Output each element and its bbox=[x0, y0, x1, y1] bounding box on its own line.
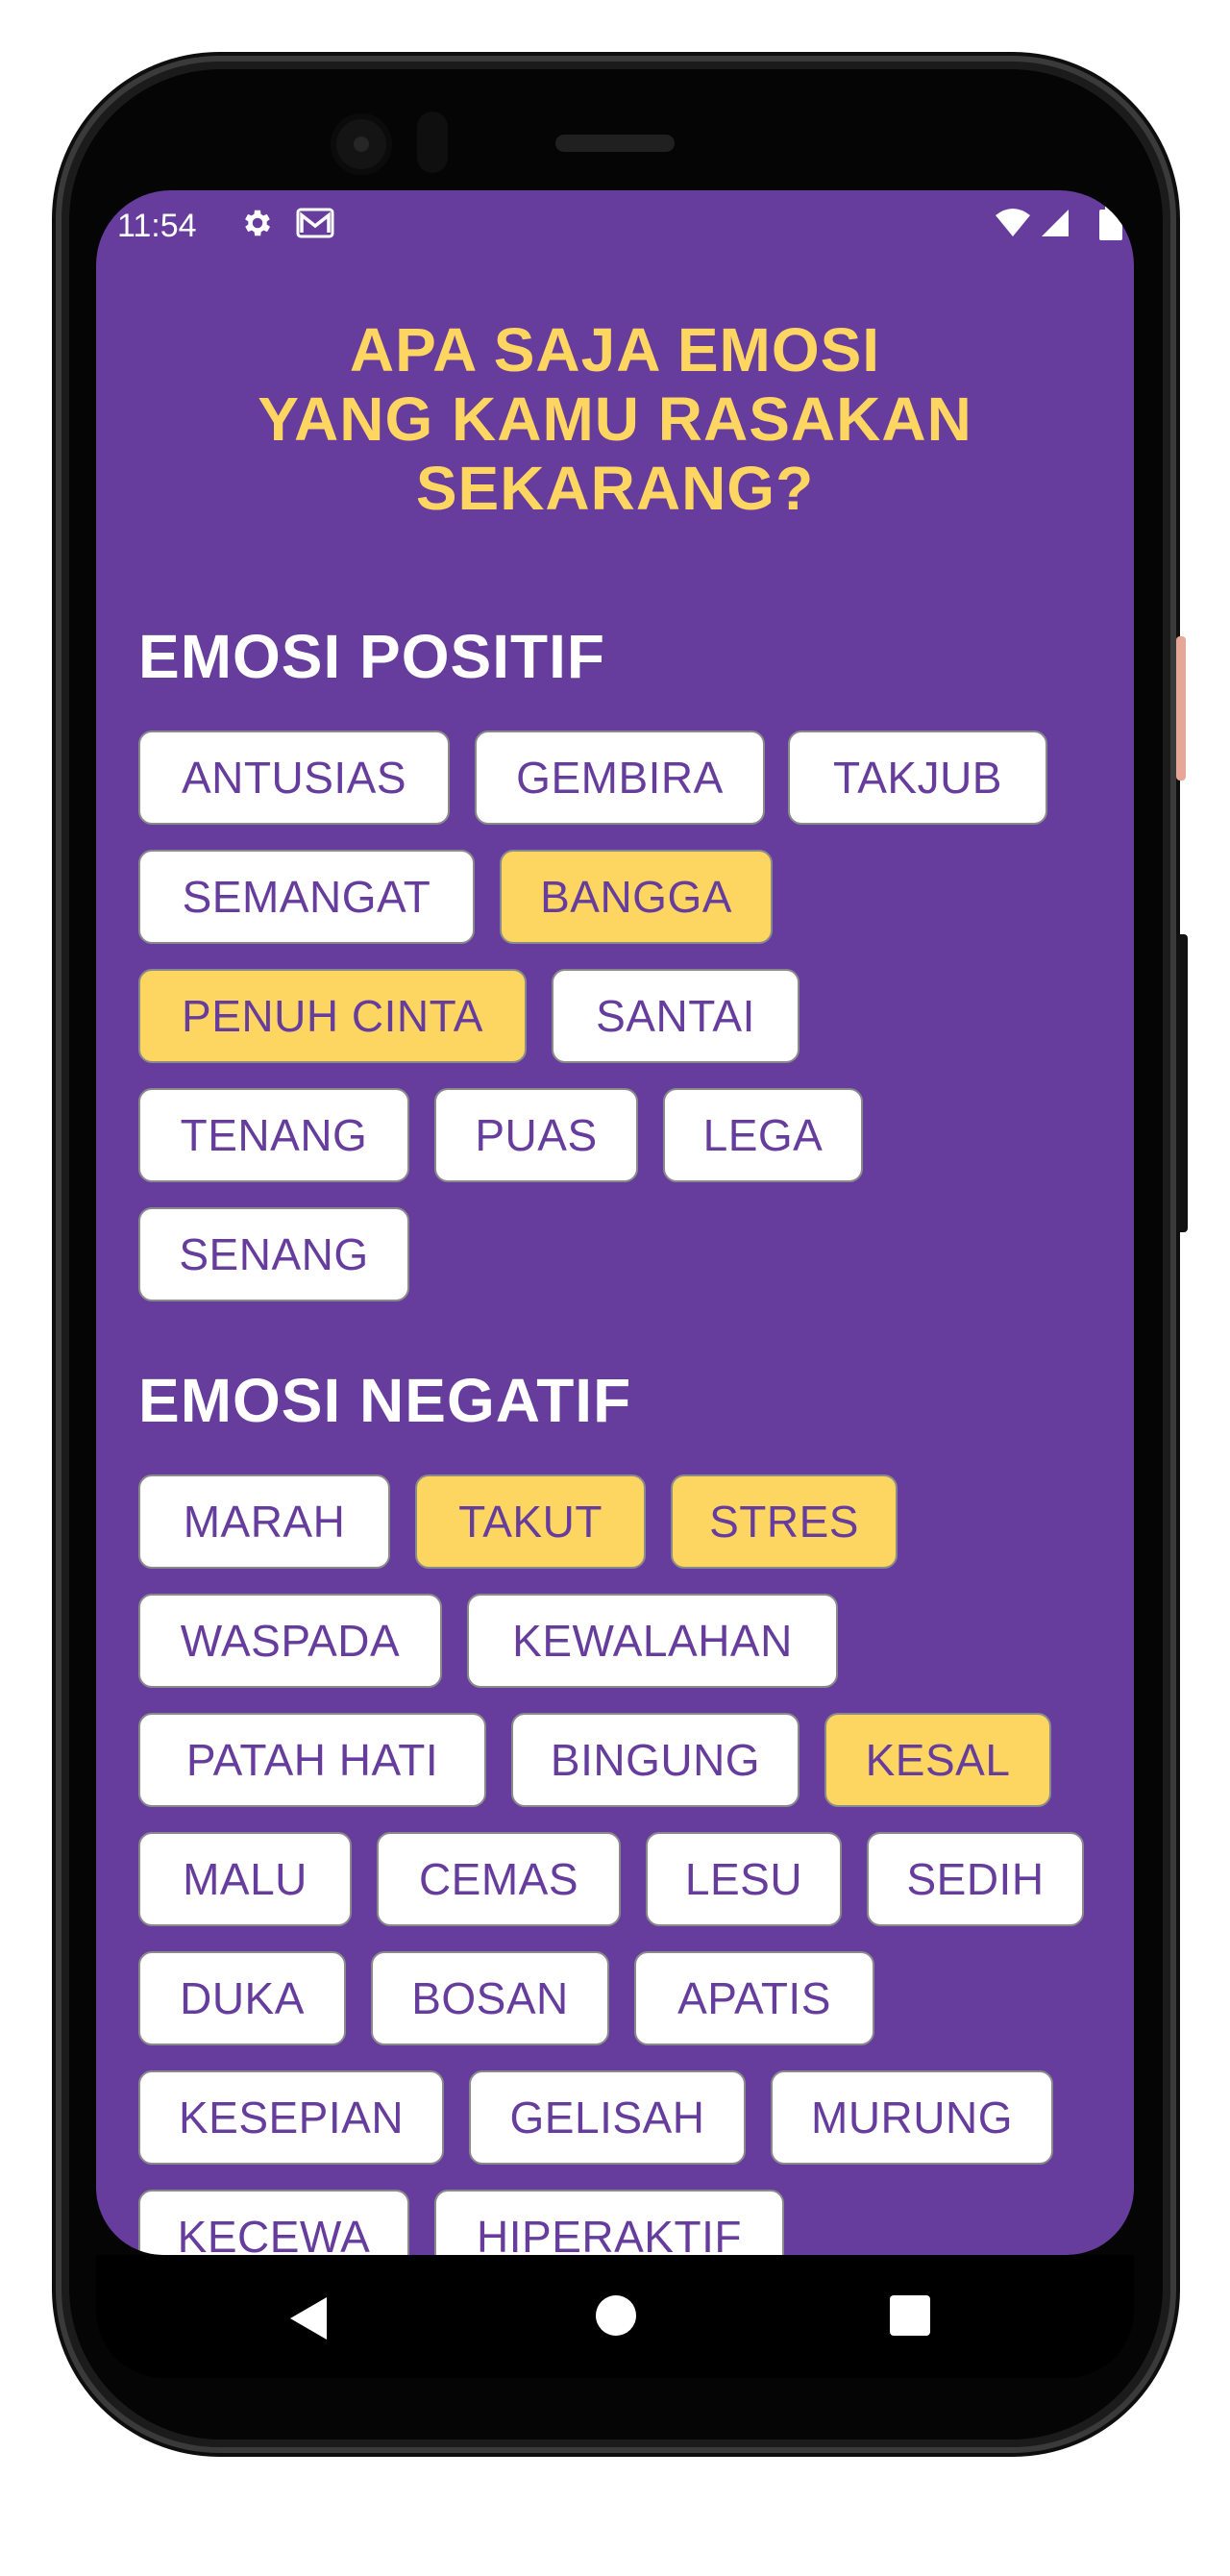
emotion-chip-cemas[interactable]: CEMAS bbox=[377, 1832, 621, 1926]
emotion-chip-bangga[interactable]: BANGGA bbox=[500, 850, 773, 944]
emotion-chip-antusias[interactable]: ANTUSIAS bbox=[138, 731, 450, 825]
emotion-chip-takjub[interactable]: TAKJUB bbox=[788, 731, 1047, 825]
question-line-1: APA SAJA EMOSI bbox=[349, 315, 881, 384]
status-bar: 11:54 bbox=[96, 190, 1134, 256]
power-button bbox=[1176, 934, 1188, 1232]
emotion-chip-lesu[interactable]: LESU bbox=[646, 1832, 842, 1926]
emotion-chip-kewalahan[interactable]: KEWALAHAN bbox=[467, 1594, 838, 1688]
emotion-chip-malu[interactable]: MALU bbox=[138, 1832, 352, 1926]
emotion-chip-bingung[interactable]: BINGUNG bbox=[511, 1713, 800, 1807]
chips-negative: MARAH TAKUT STRES WASPADA KEWALAHAN PATA… bbox=[138, 1474, 1099, 2255]
question-heading: APA SAJA EMOSI YANG KAMU RASAKAN SEKARAN… bbox=[96, 315, 1134, 523]
emotion-chip-hiperaktif[interactable]: HIPERAKTIF bbox=[434, 2190, 784, 2255]
emotion-chip-kecewa[interactable]: KECEWA bbox=[138, 2190, 409, 2255]
battery-icon bbox=[1099, 206, 1122, 240]
wifi-icon bbox=[996, 209, 1030, 236]
earpiece-speaker bbox=[555, 135, 675, 152]
chips-positive: ANTUSIAS GEMBIRA TAKJUB SEMANGAT BANGGA … bbox=[138, 731, 1099, 1326]
emotion-chip-waspada[interactable]: WASPADA bbox=[138, 1594, 442, 1688]
emotion-chip-penuh-cinta[interactable]: PENUH CINTA bbox=[138, 969, 527, 1063]
navigation-bar bbox=[96, 2255, 1134, 2378]
app-screen: 11:54 APA SAJA EMOSI YANG KAMU RASAKAN S… bbox=[96, 190, 1134, 2255]
emotion-chip-semangat[interactable]: SEMANGAT bbox=[138, 850, 475, 944]
nav-back-icon[interactable] bbox=[290, 2297, 327, 2340]
section-title-positive: EMOSI POSITIF bbox=[138, 622, 605, 691]
emotion-chip-marah[interactable]: MARAH bbox=[138, 1474, 390, 1569]
nav-recents-icon[interactable] bbox=[890, 2295, 930, 2336]
emotion-chip-patah-hati[interactable]: PATAH HATI bbox=[138, 1713, 486, 1807]
emotion-chip-gelisah[interactable]: GELISAH bbox=[469, 2070, 746, 2165]
emotion-chip-stres[interactable]: STRES bbox=[671, 1474, 898, 1569]
emotion-chip-sedih[interactable]: SEDIH bbox=[867, 1832, 1084, 1926]
settings-icon bbox=[245, 210, 271, 236]
proximity-sensor bbox=[417, 111, 448, 173]
front-camera bbox=[331, 113, 392, 175]
emotion-chip-apatis[interactable]: APATIS bbox=[634, 1951, 874, 2045]
emotion-chip-lega[interactable]: LEGA bbox=[663, 1088, 863, 1182]
emotion-chip-takut[interactable]: TAKUT bbox=[415, 1474, 646, 1569]
emotion-chip-bosan[interactable]: BOSAN bbox=[371, 1951, 609, 2045]
section-title-negative: EMOSI NEGATIF bbox=[138, 1366, 632, 1435]
signal-icon bbox=[1042, 210, 1069, 236]
emotion-chip-gembira[interactable]: GEMBIRA bbox=[475, 731, 765, 825]
emotion-chip-tenang[interactable]: TENANG bbox=[138, 1088, 409, 1182]
gmail-icon bbox=[296, 208, 334, 238]
volume-button bbox=[1176, 636, 1186, 780]
emotion-chip-kesepian[interactable]: KESEPIAN bbox=[138, 2070, 444, 2165]
emotion-chip-senang[interactable]: SENANG bbox=[138, 1207, 409, 1301]
nav-home-icon[interactable] bbox=[596, 2295, 636, 2336]
question-line-2: YANG KAMU RASAKAN bbox=[258, 384, 972, 454]
emotion-chip-duka[interactable]: DUKA bbox=[138, 1951, 346, 2045]
question-line-3: SEKARANG? bbox=[415, 454, 815, 523]
emotion-chip-murung[interactable]: MURUNG bbox=[771, 2070, 1053, 2165]
emotion-chip-santai[interactable]: SANTAI bbox=[552, 969, 800, 1063]
emotion-chip-kesal[interactable]: KESAL bbox=[824, 1713, 1051, 1807]
emotion-chip-puas[interactable]: PUAS bbox=[434, 1088, 638, 1182]
status-time: 11:54 bbox=[117, 208, 197, 244]
